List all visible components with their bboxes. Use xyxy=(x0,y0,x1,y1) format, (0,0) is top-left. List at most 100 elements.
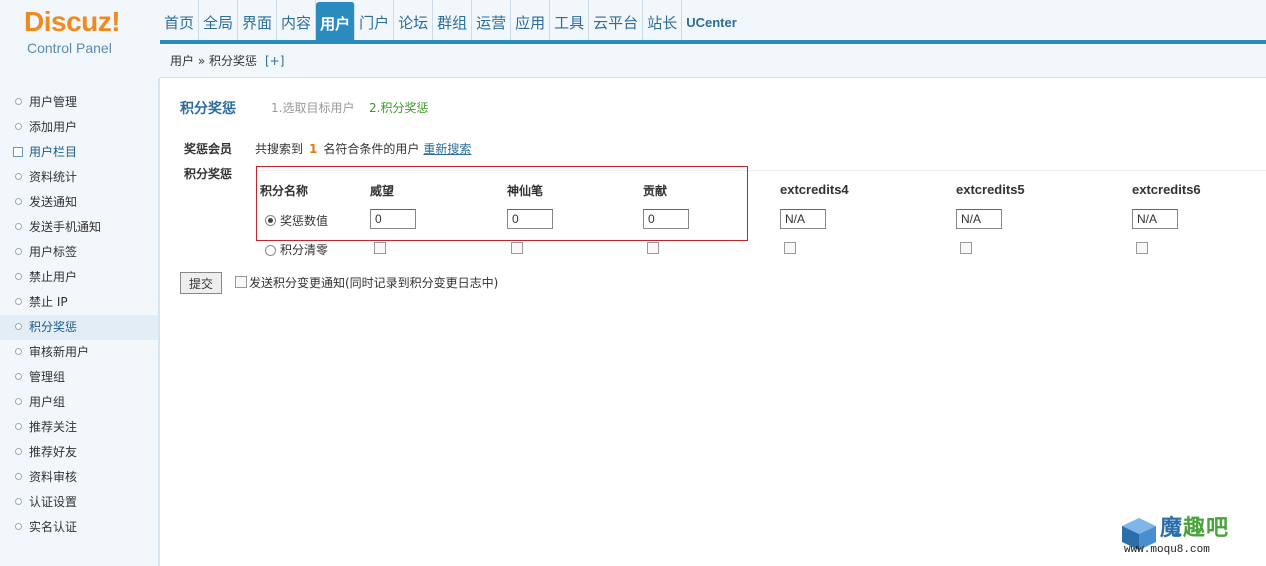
nav-forum[interactable]: 论坛 xyxy=(394,0,434,44)
bullet-icon xyxy=(15,398,22,405)
bullet-icon xyxy=(15,523,22,530)
sidebar-item-label: 积分奖惩 xyxy=(29,320,78,334)
credit-6-input[interactable]: N/A xyxy=(1132,209,1178,229)
sidebar-item-label: 添加用户 xyxy=(29,120,78,134)
bullet-icon xyxy=(15,98,22,105)
clear-credit-6-checkbox[interactable] xyxy=(1136,242,1148,254)
step-select-users[interactable]: 1.选取目标用户 xyxy=(271,99,354,116)
bullet-icon xyxy=(15,498,22,505)
nav-content[interactable]: 内容 xyxy=(277,0,317,44)
nav-interface[interactable]: 界面 xyxy=(238,0,278,44)
clear-credit-1-checkbox[interactable] xyxy=(374,242,386,254)
clear-credit-4-checkbox[interactable] xyxy=(784,242,796,254)
clear-credit-5-checkbox[interactable] xyxy=(960,242,972,254)
notify-checkbox[interactable] xyxy=(235,276,247,288)
nav-webmaster[interactable]: 站长 xyxy=(643,0,683,44)
nav-user[interactable]: 用户 xyxy=(316,2,356,44)
bullet-icon xyxy=(15,348,22,355)
sidebar-item-send-notice[interactable]: 发送通知 xyxy=(0,190,158,215)
add-shortcut-button[interactable]: [+] xyxy=(265,54,284,68)
clear-credit-3-checkbox[interactable] xyxy=(647,242,659,254)
bullet-icon xyxy=(15,323,22,330)
nav-ucenter[interactable]: UCenter xyxy=(682,0,741,44)
bullet-icon xyxy=(15,423,22,430)
sidebar: 用户管理 添加用户 用户栏目 资料统计 发送通知 发送手机通知 用户标签 禁止用… xyxy=(0,78,160,566)
highlight-box xyxy=(256,166,748,241)
clear-credits-label: 积分清零 xyxy=(280,243,329,257)
nav-portal[interactable]: 门户 xyxy=(355,0,395,44)
bullet-icon xyxy=(15,198,22,205)
credits-label: 积分奖惩 xyxy=(184,167,233,181)
logo-subtitle: Control Panel xyxy=(27,40,112,56)
sidebar-item-user-tags[interactable]: 用户标签 xyxy=(0,240,158,265)
radio-clear-credits[interactable] xyxy=(265,245,276,256)
sidebar-item-review-new-users[interactable]: 审核新用户 xyxy=(0,340,158,365)
watermark-text: 魔趣吧 xyxy=(1160,510,1229,542)
sidebar-item-label: 用户管理 xyxy=(29,95,78,109)
watermark: 魔趣吧 www.moqu8.com xyxy=(1120,510,1252,560)
sidebar-item-label: 发送手机通知 xyxy=(29,220,102,234)
sidebar-item-verify-settings[interactable]: 认证设置 xyxy=(0,490,158,515)
bullet-icon xyxy=(15,273,22,280)
logo-brand: Discuz! xyxy=(24,6,121,37)
watermark-text-a: 魔 xyxy=(1160,516,1184,541)
sidebar-item-label: 用户栏目 xyxy=(29,145,78,159)
watermark-url: www.moqu8.com xyxy=(1124,544,1210,556)
sidebar-item-send-sms[interactable]: 发送手机通知 xyxy=(0,215,158,240)
sidebar-item-label: 管理组 xyxy=(29,370,66,384)
sidebar-item-user-manage[interactable]: 用户管理 xyxy=(0,90,158,115)
sidebar-item-label: 禁止用户 xyxy=(29,270,78,284)
research-link[interactable]: 重新搜索 xyxy=(423,142,471,156)
watermark-text-b: 趣吧 xyxy=(1183,516,1230,541)
credit-4-input[interactable]: N/A xyxy=(780,209,826,229)
bullet-icon xyxy=(15,173,22,180)
header: Discuz! Control Panel 首页 全局 界面 内容 用户 门户 … xyxy=(0,0,1266,78)
sidebar-item-add-user[interactable]: 添加用户 xyxy=(0,115,158,140)
sidebar-item-recommend-friends[interactable]: 推荐好友 xyxy=(0,440,158,465)
nav-home[interactable]: 首页 xyxy=(160,0,200,44)
nav-global[interactable]: 全局 xyxy=(199,0,239,44)
search-suffix: 名符合条件的用户 xyxy=(323,142,420,156)
credit-5-input[interactable]: N/A xyxy=(956,209,1002,229)
logo[interactable]: Discuz! Control Panel xyxy=(0,0,160,78)
search-count: 1 xyxy=(309,142,318,156)
header-credit-5: extcredits5 xyxy=(956,182,1025,197)
sidebar-item-recommend-follow[interactable]: 推荐关注 xyxy=(0,415,158,440)
header-credit-6: extcredits6 xyxy=(1132,182,1201,197)
notify-label: 发送积分变更通知(同时记录到积分变更日志中) xyxy=(249,276,499,290)
nav-operation[interactable]: 运营 xyxy=(472,0,512,44)
nav-cloud[interactable]: 云平台 xyxy=(589,0,644,44)
sidebar-item-label: 用户标签 xyxy=(29,245,78,259)
sidebar-item-credits-reward[interactable]: 积分奖惩 xyxy=(0,315,158,340)
sidebar-item-label: 发送通知 xyxy=(29,195,78,209)
page-title: 积分奖惩 xyxy=(180,101,236,117)
sidebar-item-admin-groups[interactable]: 管理组 xyxy=(0,365,158,390)
bullet-icon xyxy=(15,473,22,480)
submit-button[interactable]: 提交 xyxy=(180,272,222,294)
clear-credit-2-checkbox[interactable] xyxy=(511,242,523,254)
main-content: 积分奖惩 1.选取目标用户 2.积分奖惩 奖惩会员 共搜索到 1 名符合条件的用户重… xyxy=(162,79,1266,566)
sidebar-item-user-groups[interactable]: 用户组 xyxy=(0,390,158,415)
sidebar-item-label: 实名认证 xyxy=(29,520,78,534)
sidebar-item-user-column[interactable]: 用户栏目 xyxy=(0,140,158,165)
sidebar-item-label: 推荐关注 xyxy=(29,420,78,434)
bullet-icon xyxy=(15,298,22,305)
sidebar-item-ban-user[interactable]: 禁止用户 xyxy=(0,265,158,290)
search-result: 共搜索到 1 名符合条件的用户 重新搜索 xyxy=(255,140,471,157)
sidebar-item-profile-review[interactable]: 资料审核 xyxy=(0,465,158,490)
member-label: 奖惩会员 xyxy=(184,142,233,156)
sidebar-item-ban-ip[interactable]: 禁止 IP xyxy=(0,290,158,315)
search-prefix: 共搜索到 xyxy=(255,142,304,156)
bullet-icon xyxy=(15,248,22,255)
bullet-icon xyxy=(15,123,22,130)
bullet-icon xyxy=(15,373,22,380)
nav-tools[interactable]: 工具 xyxy=(550,0,590,44)
sidebar-item-realname-verify[interactable]: 实名认证 xyxy=(0,515,158,540)
nav-apps[interactable]: 应用 xyxy=(511,0,551,44)
sidebar-item-label: 禁止 IP xyxy=(29,295,68,309)
sidebar-item-profile-stats[interactable]: 资料统计 xyxy=(0,165,158,190)
sidebar-item-label: 推荐好友 xyxy=(29,445,78,459)
breadcrumb-text: 用户 » 积分奖惩 xyxy=(170,54,257,68)
nav-group[interactable]: 群组 xyxy=(433,0,473,44)
bullet-icon xyxy=(15,448,22,455)
